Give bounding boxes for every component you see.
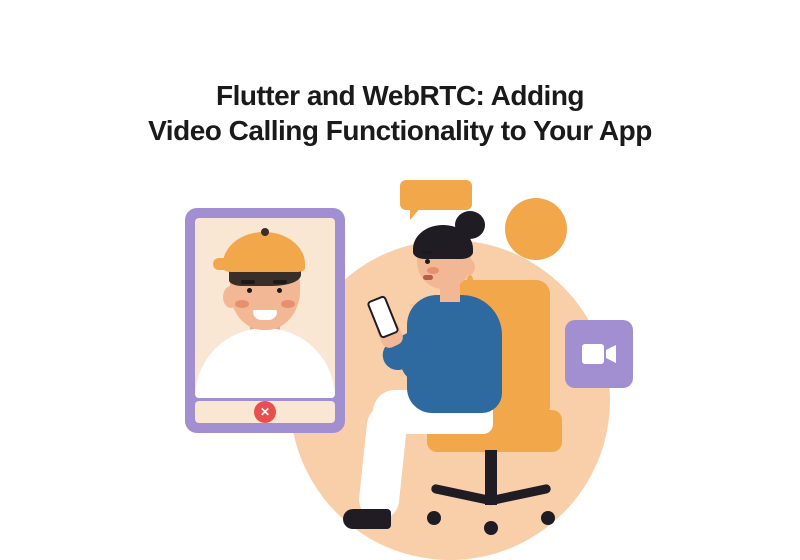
title-line-2: Video Calling Functionality to Your App: [148, 115, 652, 146]
title-line-1: Flutter and WebRTC: Adding: [216, 80, 584, 111]
end-call-icon: ✕: [254, 401, 276, 423]
smartphone: [366, 295, 400, 340]
tablet-video-call: ✕: [185, 208, 345, 433]
tablet-screen: [195, 218, 335, 398]
end-call-glyph: ✕: [260, 405, 270, 419]
woman-on-chair: [355, 225, 595, 545]
page-title: Flutter and WebRTC: Adding Video Calling…: [0, 0, 800, 148]
illustration-stage: ✕: [0, 170, 800, 560]
tablet-control-bar: ✕: [195, 401, 335, 423]
chat-bubble-icon: [400, 180, 472, 216]
